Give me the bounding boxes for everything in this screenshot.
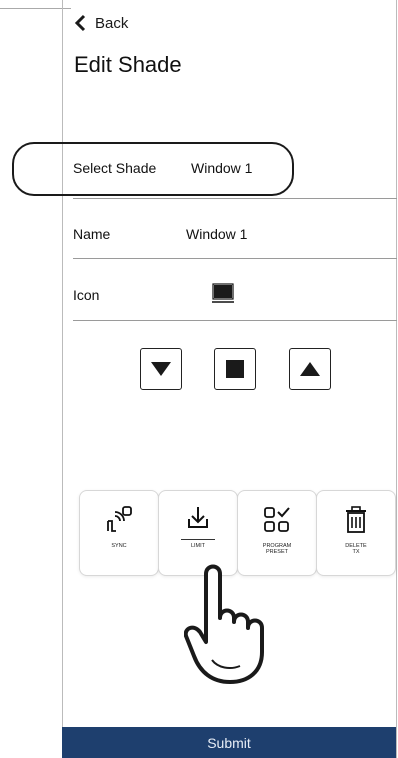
- frame-top-line: [0, 8, 71, 9]
- triangle-down-icon: [151, 362, 171, 376]
- icon-row: Icon: [73, 287, 99, 303]
- program-preset-icon: [264, 507, 290, 532]
- delete-tx-label: DELETE TX: [345, 543, 367, 555]
- chevron-left-icon: [74, 14, 86, 32]
- stop-button[interactable]: [214, 348, 256, 390]
- sync-icon: [107, 506, 132, 532]
- window-shade-icon[interactable]: [211, 282, 235, 306]
- back-button[interactable]: Back: [73, 14, 128, 32]
- icon-label: Icon: [73, 287, 100, 303]
- name-label: Name: [73, 226, 111, 242]
- square-stop-icon: [226, 360, 244, 378]
- trash-icon: [346, 506, 366, 533]
- page-title: Edit Shade: [74, 52, 182, 77]
- frame-left-edge: [62, 0, 63, 758]
- frame-right-edge: [396, 0, 397, 758]
- back-label: Back: [95, 14, 129, 32]
- submit-button[interactable]: Submit: [62, 727, 396, 758]
- name-row: Name Window 1: [73, 226, 247, 242]
- sync-button[interactable]: SYNC: [79, 490, 159, 576]
- select-shade-row[interactable]: Select Shade Window 1: [73, 160, 252, 176]
- delete-tx-button[interactable]: DELETE TX: [316, 490, 396, 576]
- triangle-up-icon: [300, 362, 320, 376]
- select-shade-label: Select Shade: [73, 160, 157, 176]
- select-shade-value: Window 1: [191, 160, 253, 176]
- submit-label: Submit: [207, 734, 251, 751]
- divider: [73, 258, 397, 259]
- down-button[interactable]: [140, 348, 182, 390]
- name-value-field[interactable]: Window 1: [186, 226, 247, 242]
- limit-icon: [188, 507, 208, 528]
- divider: [73, 320, 397, 321]
- program-preset-label: PROGRAM PRESET: [262, 543, 292, 555]
- pointing-hand-icon: [184, 564, 264, 684]
- divider: [73, 198, 397, 199]
- limit-label: LIMIT: [190, 543, 206, 549]
- sync-label: SYNC: [111, 543, 127, 549]
- up-button[interactable]: [289, 348, 331, 390]
- limit-underline: [181, 539, 215, 540]
